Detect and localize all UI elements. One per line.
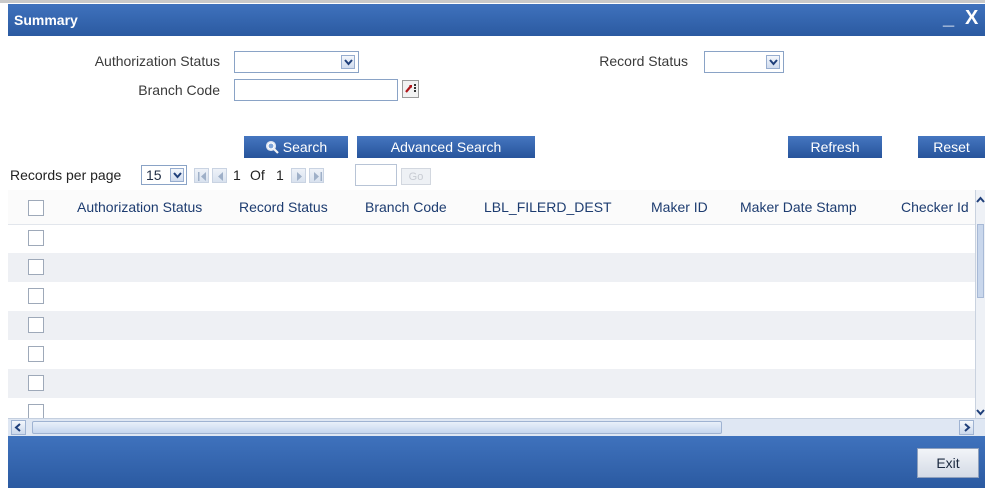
- records-per-page-label: Records per page: [10, 167, 122, 183]
- advanced-search-button[interactable]: Advanced Search: [357, 136, 535, 158]
- records-per-page-select[interactable]: 15: [141, 165, 187, 185]
- scroll-left-icon[interactable]: [11, 420, 26, 435]
- column-header[interactable]: Branch Code: [365, 199, 447, 215]
- scroll-down-icon[interactable]: [976, 404, 985, 416]
- footer-bar: Exit: [8, 436, 985, 488]
- lov-lookup-button[interactable]: [402, 80, 419, 98]
- goto-page-input[interactable]: [355, 164, 397, 186]
- branch-code-input[interactable]: [234, 79, 398, 101]
- column-header[interactable]: Maker ID: [651, 199, 708, 215]
- refresh-button[interactable]: Refresh: [788, 136, 882, 158]
- top-border: [0, 0, 985, 3]
- records-per-page-value: 15: [146, 167, 162, 183]
- row-checkbox[interactable]: [28, 259, 44, 275]
- horizontal-scrollbar[interactable]: [8, 418, 985, 436]
- column-header[interactable]: LBL_FILERD_DEST: [484, 199, 612, 215]
- column-header[interactable]: Checker Id: [901, 199, 969, 215]
- next-page-icon[interactable]: [291, 168, 306, 183]
- chevron-down-icon[interactable]: [341, 55, 355, 69]
- authorization-status-select[interactable]: [234, 51, 359, 73]
- record-status-select[interactable]: [704, 51, 784, 73]
- total-pages: 1: [276, 167, 284, 183]
- branch-code-label: Branch Code: [138, 82, 220, 98]
- grid-header: Authorization Status Record Status Branc…: [8, 190, 975, 225]
- exit-button[interactable]: Exit: [917, 448, 979, 478]
- table-row[interactable]: [8, 311, 975, 340]
- row-checkbox[interactable]: [28, 230, 44, 246]
- current-page: 1: [233, 167, 241, 183]
- search-icon: [265, 140, 279, 154]
- table-row[interactable]: [8, 369, 975, 398]
- table-row[interactable]: [8, 282, 975, 311]
- previous-page-icon[interactable]: [212, 168, 227, 183]
- row-checkbox[interactable]: [28, 317, 44, 333]
- scroll-thumb[interactable]: [977, 224, 984, 298]
- results-grid: Authorization Status Record Status Branc…: [8, 190, 985, 418]
- column-header[interactable]: Maker Date Stamp: [740, 199, 857, 215]
- last-page-icon[interactable]: [309, 168, 324, 183]
- vertical-scrollbar[interactable]: [975, 190, 985, 418]
- table-row[interactable]: [8, 253, 975, 282]
- column-header[interactable]: Record Status: [239, 199, 328, 215]
- record-status-label: Record Status: [599, 53, 688, 69]
- list-of-values-icon: [405, 84, 416, 93]
- scroll-up-icon[interactable]: [976, 192, 985, 203]
- pagination-bar: Records per page 15 1 Of 1 Go: [8, 162, 985, 188]
- close-button[interactable]: X: [965, 7, 978, 30]
- scroll-right-icon[interactable]: [959, 420, 974, 435]
- reset-button[interactable]: Reset: [918, 136, 985, 158]
- authorization-status-label: Authorization Status: [94, 53, 220, 69]
- first-page-icon[interactable]: [194, 168, 209, 183]
- row-checkbox[interactable]: [28, 375, 44, 391]
- row-checkbox[interactable]: [28, 288, 44, 304]
- row-checkbox[interactable]: [28, 404, 44, 418]
- chevron-down-icon[interactable]: [766, 55, 780, 69]
- go-button[interactable]: Go: [401, 168, 431, 185]
- column-header[interactable]: Authorization Status: [77, 199, 202, 215]
- search-button-label: Search: [282, 139, 328, 155]
- table-row[interactable]: [8, 340, 975, 369]
- minimize-button[interactable]: _: [943, 7, 954, 30]
- select-all-checkbox[interactable]: [28, 200, 44, 216]
- chevron-down-icon[interactable]: [170, 168, 184, 182]
- row-checkbox[interactable]: [28, 346, 44, 362]
- table-row[interactable]: [8, 224, 975, 253]
- title-bar: Summary _ X: [8, 4, 985, 36]
- of-label: Of: [250, 167, 265, 183]
- table-row[interactable]: [8, 398, 975, 418]
- window-title: Summary: [14, 12, 78, 28]
- search-button[interactable]: Search: [244, 136, 348, 158]
- scroll-thumb[interactable]: [32, 421, 722, 434]
